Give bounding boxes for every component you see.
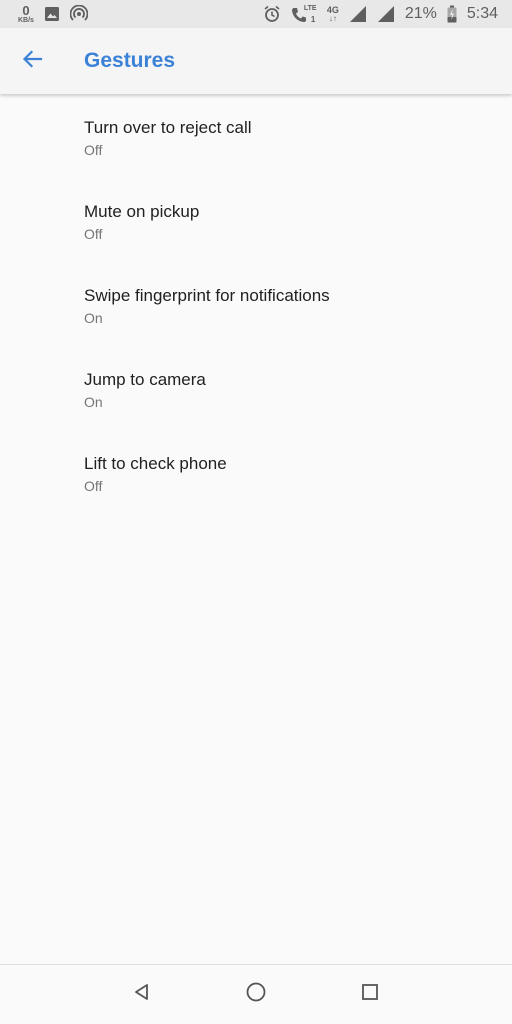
- gesture-item-lift-to-check-phone[interactable]: Lift to check phone Off: [0, 432, 512, 516]
- navigation-bar: [0, 964, 512, 1024]
- item-summary: Off: [84, 225, 103, 242]
- network-speed-indicator: 0 KB/s: [18, 4, 34, 24]
- back-triangle-icon: [132, 982, 152, 1007]
- arrow-back-icon: [21, 48, 43, 75]
- item-title: Turn over to reject call: [84, 117, 252, 137]
- clock: 5:34: [466, 5, 498, 22]
- battery-icon: [447, 5, 457, 23]
- status-bar-left: 0 KB/s: [18, 4, 88, 24]
- network-speed-value: 0: [22, 3, 30, 18]
- item-summary: Off: [84, 141, 103, 158]
- image-icon: [44, 6, 60, 22]
- item-title: Swipe fingerprint for notifications: [84, 285, 330, 305]
- signal-icon: [377, 5, 395, 23]
- recents-square-icon: [361, 983, 379, 1006]
- nav-home-button[interactable]: [226, 965, 286, 1024]
- item-summary: On: [84, 393, 103, 410]
- item-title: Lift to check phone: [84, 453, 227, 473]
- network-speed-unit: KB/s: [18, 17, 34, 24]
- status-bar: 0 KB/s LTE 1 4G ↓↑ 21% 5:34: [0, 0, 512, 28]
- item-summary: Off: [84, 477, 103, 494]
- item-title: Jump to camera: [84, 369, 206, 389]
- gesture-item-jump-to-camera[interactable]: Jump to camera On: [0, 348, 512, 432]
- gesture-item-turn-over-to-reject-call[interactable]: Turn over to reject call Off: [0, 94, 512, 180]
- signal-icon: [349, 5, 367, 23]
- item-title: Mute on pickup: [84, 201, 200, 221]
- sim-number-label: 1: [310, 15, 316, 24]
- lte-label: LTE: [303, 5, 317, 12]
- hotspot-icon: [69, 5, 88, 23]
- nav-recents-button[interactable]: [340, 965, 400, 1024]
- gesture-item-swipe-fingerprint-for-notifications[interactable]: Swipe fingerprint for notifications On: [0, 264, 512, 348]
- battery-percent: 21%: [404, 5, 437, 22]
- alarm-icon: [263, 5, 281, 23]
- network-type-indicator: 4G ↓↑: [327, 5, 339, 23]
- gesture-settings-list: Turn over to reject call Off Mute on pic…: [0, 94, 512, 516]
- item-summary: On: [84, 309, 103, 326]
- app-bar: Gestures: [0, 28, 512, 94]
- volte-call-icon: LTE 1: [291, 4, 317, 24]
- page-title: Gestures: [84, 49, 176, 72]
- gesture-item-mute-on-pickup[interactable]: Mute on pickup Off: [0, 180, 512, 264]
- nav-back-button[interactable]: [112, 965, 172, 1024]
- data-activity-arrows: ↓↑: [328, 13, 337, 23]
- status-bar-right: LTE 1 4G ↓↑ 21% 5:34: [263, 4, 498, 24]
- back-button[interactable]: [0, 28, 64, 94]
- home-circle-icon: [245, 981, 267, 1008]
